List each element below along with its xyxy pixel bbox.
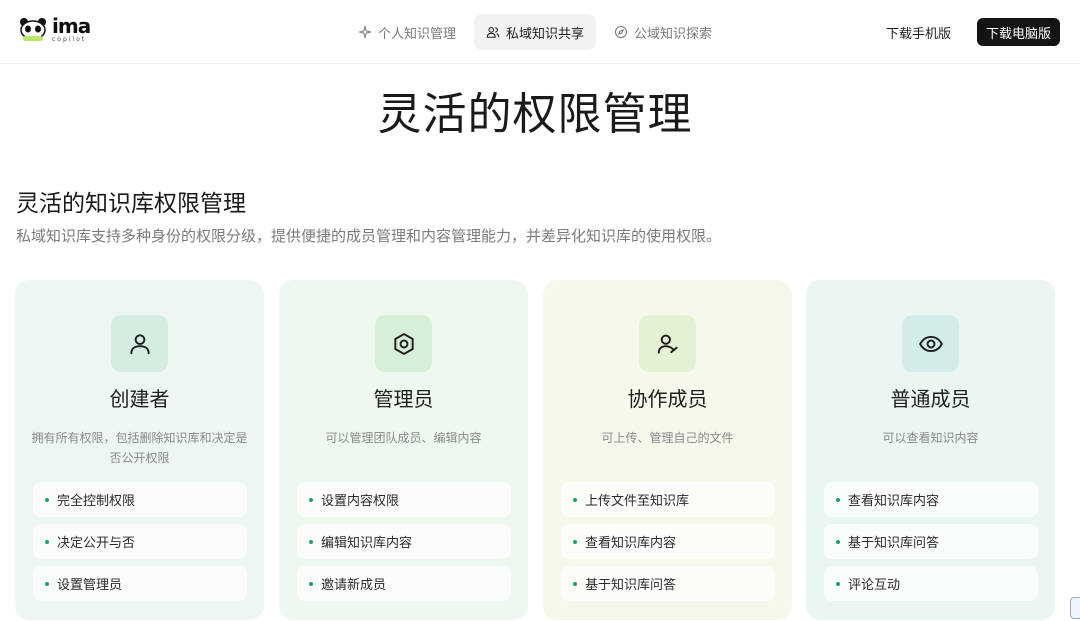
permission-item: 评论互动 — [824, 566, 1038, 601]
permission-list: 上传文件至知识库 查看知识库内容 基于知识库问答 — [561, 482, 775, 608]
nav-tab-label: 私域知识共享 — [506, 26, 585, 42]
permission-item: 设置管理员 — [33, 566, 247, 601]
bullet-dot — [309, 539, 313, 544]
bullet-dot — [573, 539, 577, 544]
role-icon-box — [111, 315, 168, 372]
bullet-dot — [836, 497, 840, 502]
main-nav: 个人知识管理 私域知识共享 公域知识探索 — [346, 14, 724, 50]
ima-logo[interactable]: ima copilot — [18, 16, 98, 46]
nav-tab-private[interactable]: 私域知识共享 — [474, 14, 597, 50]
download-pc-button[interactable]: 下载电脑版 — [977, 18, 1060, 46]
sparkle-icon — [358, 25, 372, 39]
permission-item: 决定公开与否 — [33, 524, 247, 559]
permission-item: 完全控制权限 — [33, 482, 247, 517]
user-edit-icon — [657, 334, 678, 354]
section-description: 私域知识库支持多种身份的权限分级，提供便捷的成员管理和内容管理能力，并差异化知识… — [16, 227, 722, 245]
bullet-dot — [836, 581, 840, 586]
role-card-collaborator: 协作成员 可上传、管理自己的文件 上传文件至知识库 查看知识库内容 基于知识库问… — [543, 280, 792, 620]
permission-item: 编辑知识库内容 — [297, 524, 511, 559]
nav-tab-label: 公域知识探索 — [634, 26, 713, 42]
permission-item: 查看知识库内容 — [561, 524, 775, 559]
bullet-dot — [836, 539, 840, 544]
role-title: 普通成员 — [890, 387, 971, 411]
permission-item: 邀请新成员 — [297, 566, 511, 601]
role-card-creator: 创建者 拥有所有权限，包括删除知识库和决定是否公开权限 完全控制权限 决定公开与… — [15, 280, 264, 620]
compass-icon — [614, 25, 628, 39]
permission-item: 基于知识库问答 — [561, 566, 775, 601]
bullet-dot — [573, 581, 577, 586]
logo-brand-text: ima — [52, 14, 91, 38]
nav-tab-label: 个人知识管理 — [378, 26, 457, 42]
permission-item: 查看知识库内容 — [824, 482, 1038, 517]
bullet-dot — [45, 581, 49, 586]
logo-sub-text: copilot — [52, 36, 87, 43]
role-description: 可上传、管理自己的文件 — [601, 431, 734, 445]
role-title: 创建者 — [109, 387, 170, 411]
panda-logo-icon — [18, 16, 48, 42]
user-icon — [129, 333, 150, 354]
permission-item: 基于知识库问答 — [824, 524, 1038, 559]
permission-list: 设置内容权限 编辑知识库内容 邀请新成员 — [297, 482, 511, 608]
role-title: 管理员 — [373, 387, 434, 411]
role-icon-box — [639, 315, 696, 372]
permission-list: 完全控制权限 决定公开与否 设置管理员 — [33, 482, 247, 608]
top-header: ima copilot 个人知识管理 私域知识共享 公域知识探索 下载手机版 下… — [0, 0, 1080, 64]
hero-title: 灵活的权限管理 — [377, 89, 693, 140]
hexagon-settings-icon — [393, 332, 414, 355]
bullet-dot — [45, 539, 49, 544]
bullet-dot — [309, 497, 313, 502]
role-description: 拥有所有权限，包括删除知识库和决定是否公开权限 — [31, 431, 248, 465]
permission-list: 查看知识库内容 基于知识库问答 评论互动 — [824, 482, 1038, 608]
role-icon-box — [375, 315, 432, 372]
floating-widget-icon[interactable] — [1070, 597, 1080, 619]
nav-tab-personal[interactable]: 个人知识管理 — [346, 14, 468, 50]
eye-icon — [918, 335, 943, 352]
permission-item: 设置内容权限 — [297, 482, 511, 517]
role-description: 可以管理团队成员、编辑内容 — [325, 431, 482, 445]
section-title: 灵活的知识库权限管理 — [16, 191, 246, 217]
role-description: 可以查看知识内容 — [882, 431, 979, 445]
users-icon — [486, 27, 500, 38]
download-mobile-button[interactable]: 下载手机版 — [876, 18, 961, 46]
nav-tab-public[interactable]: 公域知识探索 — [602, 14, 724, 50]
role-card-admin: 管理员 可以管理团队成员、编辑内容 设置内容权限 编辑知识库内容 邀请新成员 — [279, 280, 528, 620]
permission-item: 上传文件至知识库 — [561, 482, 775, 517]
bullet-dot — [45, 497, 49, 502]
role-cards: 创建者 拥有所有权限，包括删除知识库和决定是否公开权限 完全控制权限 决定公开与… — [15, 280, 1056, 620]
role-icon-box — [902, 315, 959, 372]
bullet-dot — [309, 581, 313, 586]
role-card-member: 普通成员 可以查看知识内容 查看知识库内容 基于知识库问答 评论互动 — [806, 280, 1055, 620]
bullet-dot — [573, 497, 577, 502]
role-title: 协作成员 — [627, 387, 708, 411]
